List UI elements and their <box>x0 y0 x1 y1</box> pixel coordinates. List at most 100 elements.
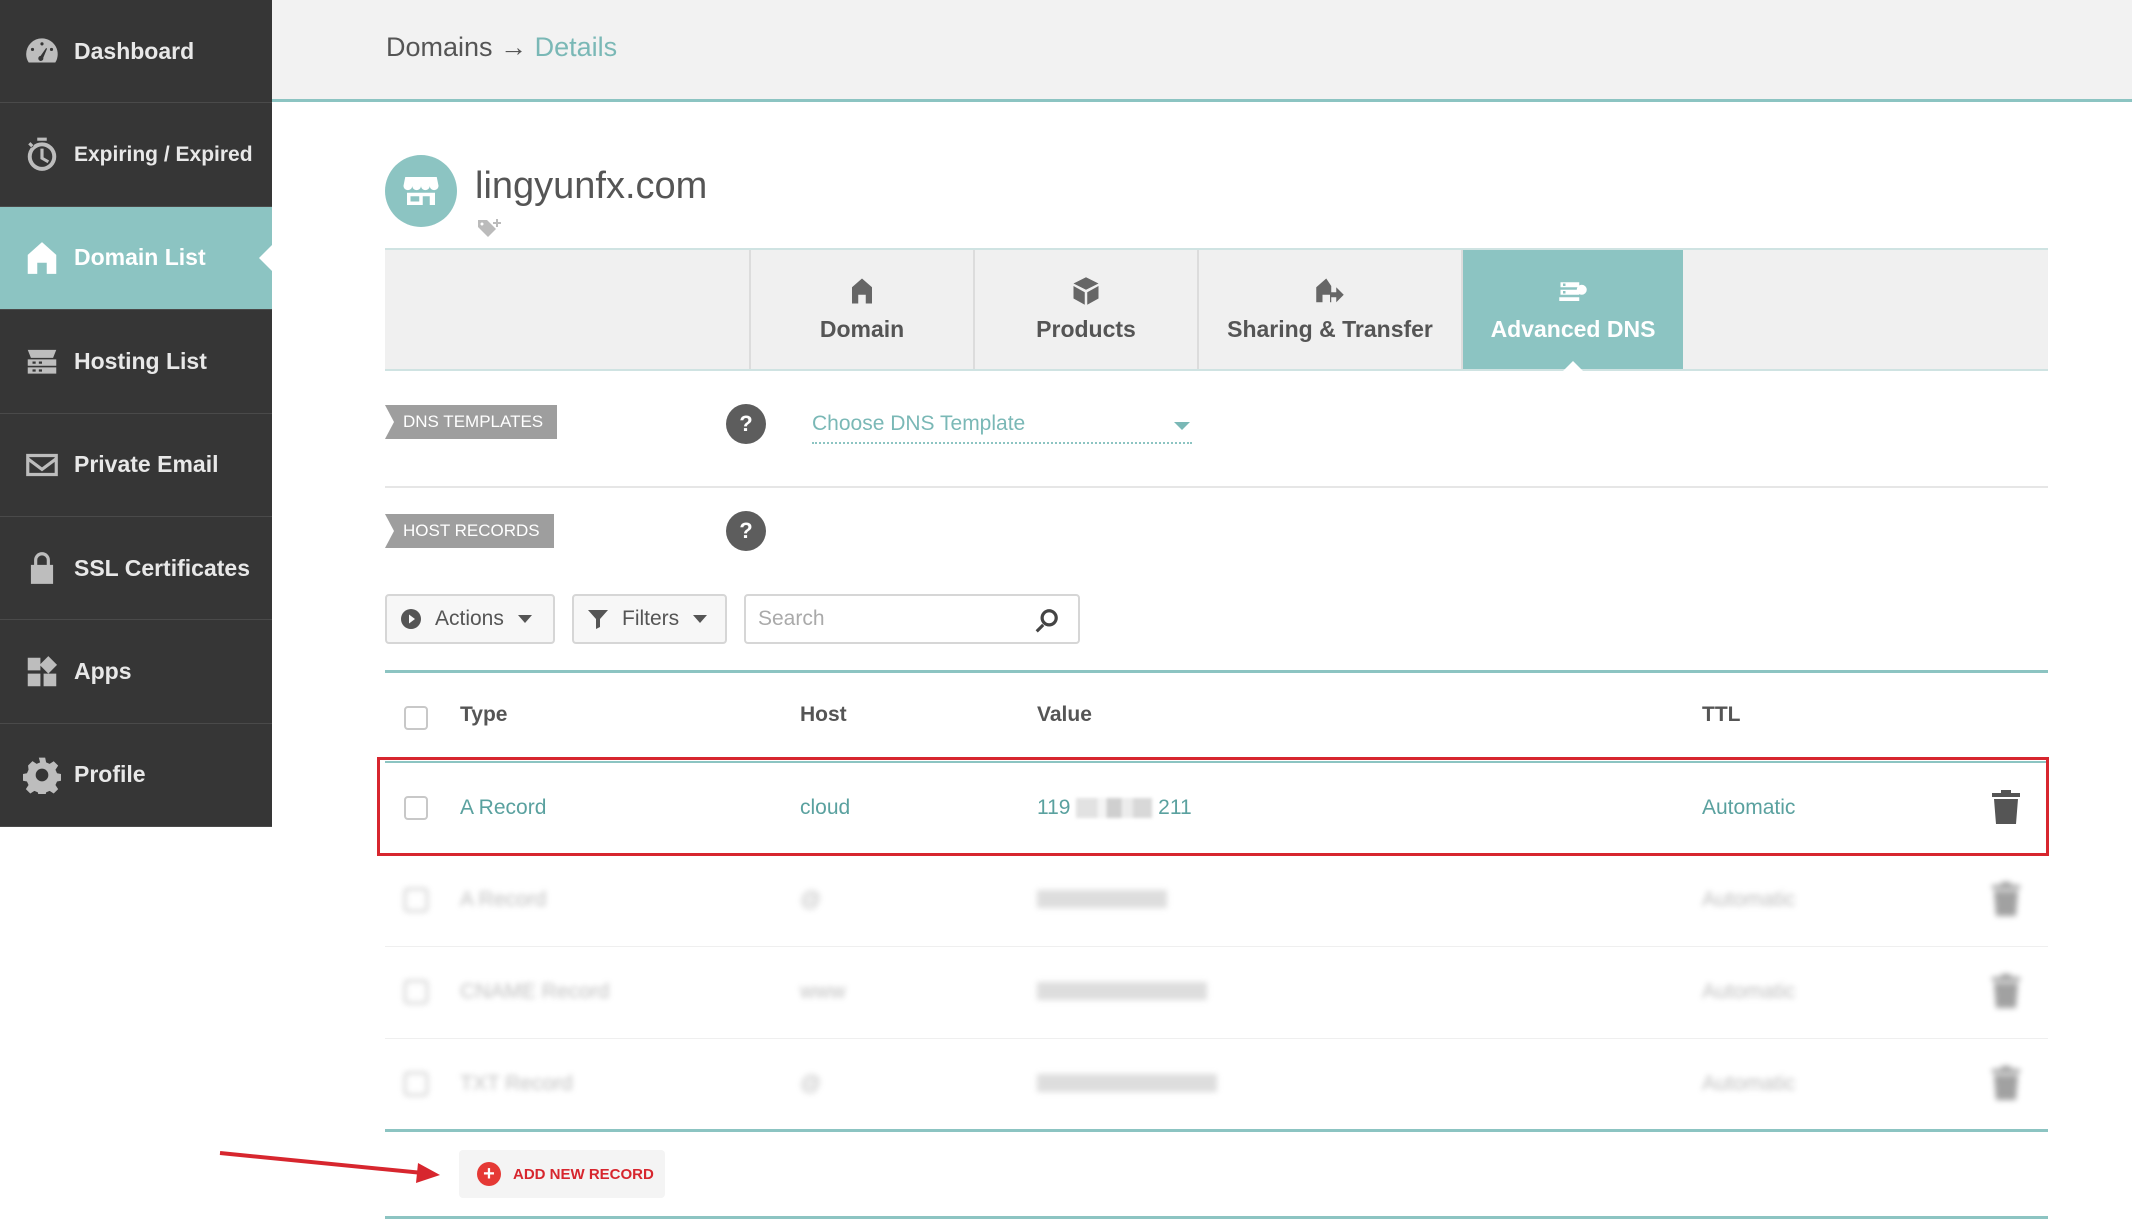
speedometer-icon <box>22 31 62 71</box>
sidebar-item-label: SSL Certificates <box>74 554 250 581</box>
sidebar-item-label: Domain List <box>74 244 206 271</box>
actions-dropdown[interactable]: Actions <box>385 594 555 644</box>
host-records-help-button[interactable]: ? <box>726 511 766 551</box>
record-value[interactable] <box>1037 982 1207 1000</box>
record-ttl[interactable]: Automatic <box>1702 1072 1795 1096</box>
record-host[interactable]: @ <box>800 888 821 912</box>
sidebar-item-hosting-list[interactable]: Hosting List <box>0 310 272 414</box>
search-input[interactable] <box>746 596 1006 642</box>
tab-sharing-transfer[interactable]: Sharing & Transfer <box>1197 250 1461 369</box>
domain-title: lingyunfx.com <box>475 165 708 207</box>
record-type[interactable]: TXT Record <box>460 1072 573 1096</box>
record-host[interactable]: @ <box>800 1072 821 1096</box>
chevron-down-icon <box>517 615 532 623</box>
dns-server-icon <box>1559 282 1587 301</box>
sidebar-item-ssl-certificates[interactable]: SSL Certificates <box>0 517 272 621</box>
home-icon <box>852 278 872 304</box>
top-bar: Domains → Details <box>272 0 2132 102</box>
column-header-type[interactable]: Type <box>460 703 507 727</box>
highlight-annotation-box <box>377 757 2049 856</box>
record-type[interactable]: CNAME Record <box>460 980 609 1004</box>
box-icon <box>1073 277 1099 305</box>
tab-label: Sharing & Transfer <box>1227 316 1433 342</box>
record-value[interactable] <box>1037 890 1167 908</box>
select-all-checkbox[interactable] <box>404 706 428 730</box>
tab-label: Domain <box>819 316 905 342</box>
record-ttl[interactable]: Automatic <box>1702 980 1795 1004</box>
sidebar-item-label: Dashboard <box>74 37 195 64</box>
sidebar-item-private-email[interactable]: Private Email <box>0 414 272 517</box>
funnel-icon <box>588 610 608 629</box>
transfer-house-icon <box>1316 278 1344 303</box>
server-icon <box>22 341 62 381</box>
breadcrumb-separator: → <box>500 32 528 62</box>
trash-icon[interactable] <box>1991 974 2021 1008</box>
trash-icon[interactable] <box>1991 882 2021 916</box>
breadcrumb: Domains → Details <box>386 32 617 63</box>
search-box <box>744 594 1080 644</box>
column-header-host[interactable]: Host <box>800 703 847 727</box>
play-circle-icon <box>401 609 421 629</box>
tab-label: Products <box>1036 316 1136 342</box>
tab-advanced-dns[interactable]: Advanced DNS <box>1461 250 1683 371</box>
gear-icon <box>22 755 62 795</box>
table-row: CNAME Record www Automatic <box>385 960 2048 1024</box>
dns-template-select[interactable]: Choose DNS Template <box>812 408 1192 444</box>
sidebar-item-apps[interactable]: Apps <box>0 620 272 724</box>
add-tag-icon[interactable] <box>476 218 502 240</box>
sidebar-item-dashboard[interactable]: Dashboard <box>0 0 272 104</box>
actions-label: Actions <box>435 607 504 630</box>
chevron-down-icon <box>1174 422 1190 430</box>
column-header-value[interactable]: Value <box>1037 703 1092 727</box>
breadcrumb-current: Details <box>534 32 618 62</box>
table-bottom-rule <box>385 1129 2048 1132</box>
timer-icon <box>22 135 62 175</box>
row-divider <box>385 946 2048 947</box>
domain-store-icon <box>385 155 457 227</box>
sidebar-item-label: Apps <box>74 658 132 685</box>
home-icon <box>22 238 62 278</box>
row-checkbox[interactable] <box>404 1072 428 1096</box>
chevron-down-icon <box>693 615 708 623</box>
trash-icon[interactable] <box>1991 1066 2021 1100</box>
row-checkbox[interactable] <box>404 980 428 1004</box>
table-row: TXT Record @ Automatic <box>385 1052 2048 1116</box>
breadcrumb-domains-link[interactable]: Domains <box>386 32 493 62</box>
add-new-record-label: ADD NEW RECORD <box>513 1165 654 1183</box>
bottom-rule <box>385 1216 2048 1219</box>
tab-domain[interactable]: Domain <box>749 250 973 369</box>
filters-dropdown[interactable]: Filters <box>572 594 727 644</box>
domain-tabs: Domain Products Sharing & Transfer Advan… <box>385 248 2048 371</box>
tab-label: Advanced DNS <box>1490 316 1656 342</box>
add-new-record-button[interactable]: + ADD NEW RECORD <box>459 1150 665 1198</box>
row-checkbox[interactable] <box>404 888 428 912</box>
sidebar-item-label: Expiring / Expired <box>74 142 253 166</box>
record-type[interactable]: A Record <box>460 888 546 912</box>
sidebar: Dashboard Expiring / Expired Domain List… <box>0 0 272 828</box>
search-icon[interactable] <box>1034 607 1060 633</box>
sidebar-item-domain-list[interactable]: Domain List <box>0 206 272 311</box>
sidebar-item-label: Hosting List <box>74 347 207 374</box>
row-divider <box>385 1038 2048 1039</box>
sidebar-item-label: Private Email <box>74 451 219 478</box>
lock-icon <box>22 548 62 588</box>
sidebar-item-profile[interactable]: Profile <box>0 724 272 828</box>
filters-label: Filters <box>622 607 680 630</box>
annotation-arrow-icon <box>219 1151 440 1183</box>
table-row: A Record @ Automatic <box>385 868 2048 932</box>
dns-templates-label: DNS TEMPLATES <box>385 405 558 439</box>
dns-templates-help-button[interactable]: ? <box>726 404 766 444</box>
section-divider <box>385 486 2048 488</box>
record-ttl[interactable]: Automatic <box>1702 888 1795 912</box>
envelope-icon <box>22 445 62 485</box>
dns-template-select-value: Choose DNS Template <box>812 412 1026 435</box>
sidebar-item-expiring[interactable]: Expiring / Expired <box>0 103 272 207</box>
record-host[interactable]: www <box>800 980 846 1004</box>
plus-circle-icon: + <box>477 1162 501 1186</box>
record-value[interactable] <box>1037 1074 1217 1092</box>
column-header-ttl[interactable]: TTL <box>1702 703 1740 727</box>
sidebar-item-label: Profile <box>74 761 146 788</box>
apps-grid-icon <box>22 652 62 692</box>
tab-products[interactable]: Products <box>973 250 1197 369</box>
table-top-rule <box>385 670 2048 673</box>
